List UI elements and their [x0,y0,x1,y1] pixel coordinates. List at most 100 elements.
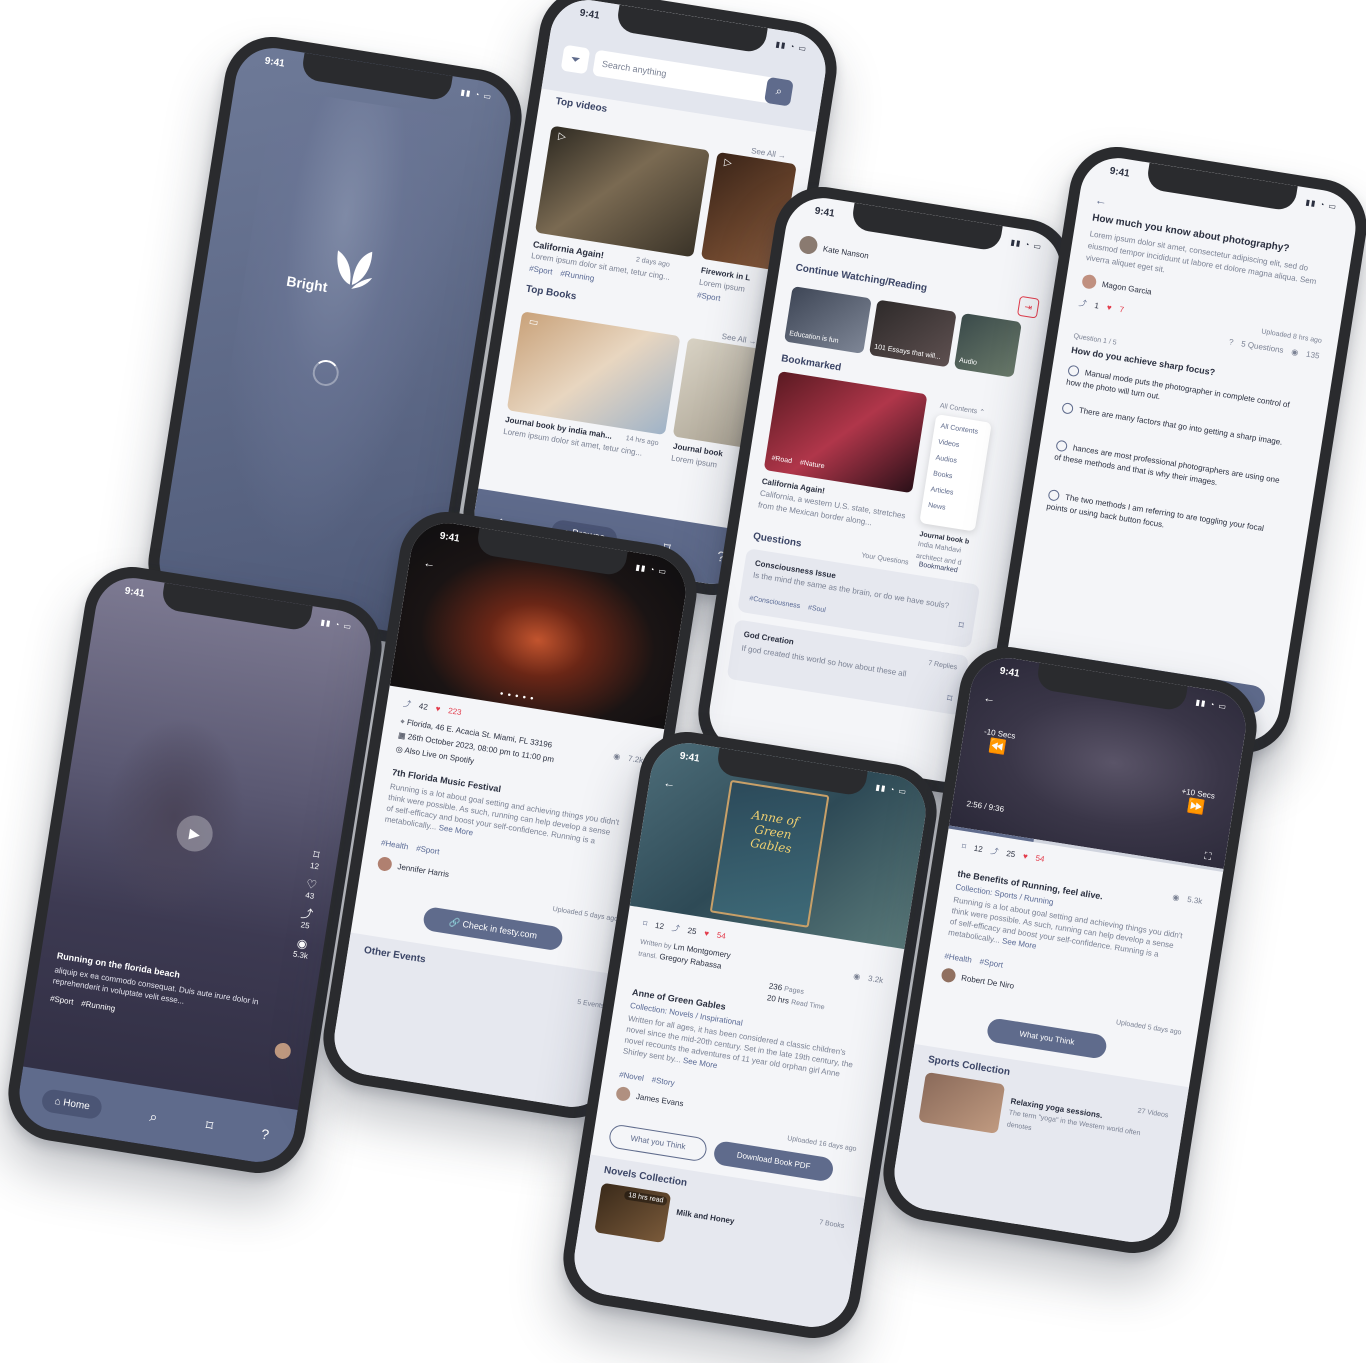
help-icon[interactable]: ? [260,1126,270,1143]
questions-title: Questions [752,531,803,550]
heart-icon[interactable]: ♥ [704,929,710,939]
notch [850,202,1003,252]
back-arrow-icon[interactable]: ← [1094,193,1108,209]
views-count: 135 [1305,349,1321,361]
tag[interactable]: #Health [944,952,973,965]
sports-section: Sports Collection 27 Videos Relaxing yog… [889,1043,1189,1248]
like-count: 223 [447,706,463,718]
user-name: Kate Nanson [822,244,870,261]
search-icon: ⌕ [774,85,783,99]
like-count: 7 [1118,304,1125,315]
status-icons: ▮▮ ◔ ▭ [1009,237,1043,252]
like-count: 54 [1034,853,1046,864]
bookmark-count: 12 [309,861,320,872]
player-uploaded: Uploaded 5 days ago [1115,1019,1182,1037]
share-icon[interactable]: ⤴ [990,845,1000,857]
book-icon: ▭ [527,316,540,329]
bookmark-icon[interactable]: ⌑ [958,620,965,632]
bookmark-icon[interactable]: ⌑ [205,1116,215,1134]
avatar[interactable] [798,234,819,256]
tag[interactable]: #Health [380,838,409,851]
bookmark-icon[interactable]: ⌑ [946,693,953,705]
status-icons: ▮▮ ◔ ▭ [319,617,353,632]
heart-icon[interactable]: ♥ [1022,852,1028,862]
bookmark-icon[interactable]: ⌑ [642,919,647,929]
tag[interactable]: #Sport [49,994,74,1007]
book-tags: #Novel #Story [619,1070,676,1088]
status-time: 9:41 [1108,165,1131,180]
nav-home[interactable]: ⌂ Home [40,1087,104,1120]
tag[interactable]: #Sport [529,264,554,277]
tag[interactable]: #Running [81,999,116,1013]
share-icon[interactable]: ⤴ [671,923,681,935]
sports-thumbnail[interactable] [918,1071,1006,1134]
quiz-author: Magon Garcia [1101,279,1153,297]
back-arrow-icon[interactable]: ← [982,690,996,706]
tag[interactable]: #Sport [696,290,721,303]
share-icon[interactable]: ⤴ [402,698,412,710]
status-time: 9:41 [813,205,836,220]
bookmark-icon[interactable]: ⌑ [961,842,966,852]
answer-option-3[interactable]: hances are most professional photographe… [1053,439,1284,500]
tag[interactable]: #Novel [619,1070,645,1083]
logout-button[interactable]: ⇥ [1016,295,1040,319]
check-in-button[interactable]: 🔗 Check in festy.com [421,905,565,952]
sports-count: 27 Videos [1137,1107,1169,1120]
avatar[interactable] [1081,273,1098,290]
tag[interactable]: #Consciousness [749,595,801,610]
translated-label: transl. [637,950,658,961]
reels-screen: 9:41 ▮▮ ◔ ▭ ▶ ⌑ 12 ♡ 43 ⤴ 25 ◉ 5.3k Running … [14,572,376,1168]
filter-icon: ⏷ [569,51,582,68]
question-desc: If god created this world so how about t… [740,643,907,679]
questions-count: 5 Questions [1240,339,1285,355]
check-in-label: Check in festy.com [461,918,538,941]
question-icon: ? [1228,337,1235,347]
heart-icon[interactable]: ♥ [435,704,441,714]
share-icon[interactable]: ⤴ [1078,297,1088,309]
video1-thumbnail[interactable] [534,125,710,258]
bookmarked-video[interactable] [763,371,928,494]
back-arrow-icon[interactable]: ← [662,775,676,791]
answer-option-4[interactable]: The two methods I am referring to are to… [1046,489,1277,549]
avatar[interactable] [615,1085,632,1102]
option-text: hances are most professional photographe… [1053,443,1281,488]
tag[interactable]: #Sport [416,844,441,857]
avatar[interactable] [940,967,957,984]
question-tags: #Consciousness #Soul [749,595,826,614]
radio-button[interactable] [1061,402,1074,415]
player-author: Robert De Niro [960,973,1015,991]
search-input[interactable]: Search anything [601,58,667,80]
radio-button[interactable] [1047,489,1061,502]
tag[interactable]: #Sport [979,957,1004,970]
share-count: 25 [1005,848,1016,860]
splash-background-photo [202,88,473,575]
forward-button[interactable]: +10 Secs ⏩ [1178,787,1216,818]
book1-thumbnail[interactable] [506,311,681,436]
avatar[interactable] [376,856,393,873]
player-views: ◉ 5.3k [1172,892,1203,906]
bookmarked-desc-1: California, a western U.S. state, stretc… [757,488,907,528]
search-button[interactable]: ⌕ [764,76,794,107]
novels-count: 7 Books [818,1219,845,1231]
book-cover[interactable]: Anne of Green Gables [709,779,830,928]
share-count: 1 [1093,300,1100,311]
filter-button[interactable]: ⏷ [560,44,591,75]
reel-video[interactable] [89,707,259,927]
book-uploader: James Evans [635,1091,685,1109]
what-you-think-button[interactable]: What you Think [607,1123,709,1163]
radio-button[interactable] [1067,364,1080,378]
views-count: 3.2k [867,973,884,986]
tag[interactable]: #Story [651,1075,675,1088]
rewind-button[interactable]: -10 Secs ⏪ [981,727,1016,758]
radio-button[interactable] [1055,439,1068,453]
search-icon[interactable]: ⌕ [149,1108,159,1126]
what-you-think-button[interactable]: What you Think [985,1017,1109,1060]
heart-icon[interactable]: ♥ [1106,303,1112,313]
novels-section: Novels Collection 7 Books 18 hrs read Mi… [569,1154,865,1333]
tag[interactable]: #Soul [807,604,826,614]
top-videos-title: Top videos [554,95,608,115]
bright-logo-icon [322,239,381,306]
read-time-label: Read Time [790,999,826,1012]
avatar[interactable] [273,1041,292,1061]
back-arrow-icon[interactable]: ← [422,555,436,571]
